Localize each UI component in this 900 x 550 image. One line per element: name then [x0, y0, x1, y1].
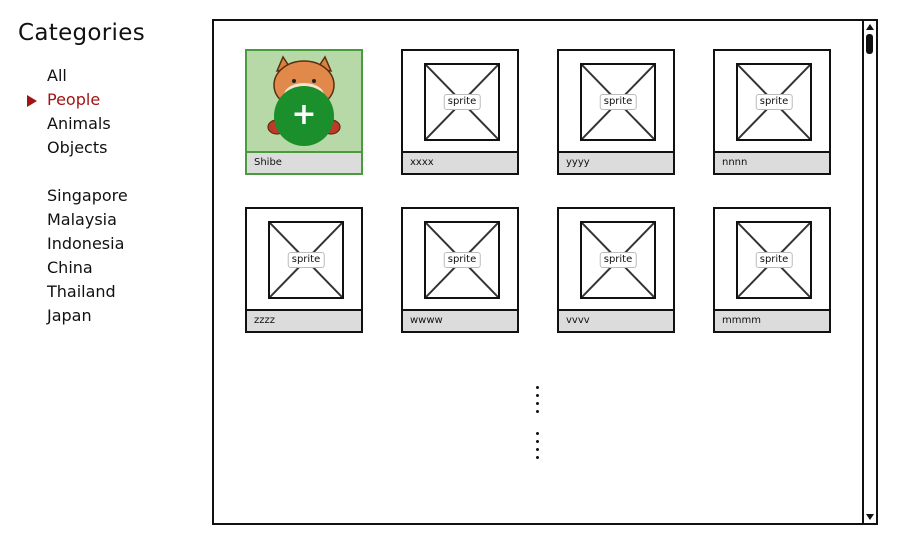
sprite-label: xxxx — [401, 151, 519, 175]
image-placeholder-icon: sprite — [580, 63, 656, 141]
category-objects[interactable]: Objects — [47, 136, 128, 160]
image-placeholder-icon: sprite — [424, 221, 500, 299]
image-placeholder-icon: sprite — [736, 221, 812, 299]
sprite-label: Shibe — [245, 151, 363, 175]
category-sidebar: Categories All People Animals Objects Si… — [0, 0, 200, 550]
image-placeholder-icon: sprite — [736, 63, 812, 141]
vertical-scrollbar[interactable] — [862, 21, 876, 523]
sprite-thumbnail: sprite — [713, 49, 831, 153]
image-placeholder-icon: sprite — [268, 221, 344, 299]
sprite-thumbnail: sprite — [557, 207, 675, 311]
sprite-thumbnail: sprite — [713, 207, 831, 311]
category-all[interactable]: All — [47, 64, 128, 88]
category-malaysia[interactable]: Malaysia — [47, 208, 128, 232]
sprite-tag: sprite — [443, 94, 481, 110]
sprite-label: mmmm — [713, 309, 831, 333]
sprite-tag: sprite — [755, 252, 793, 268]
sprite-gallery-panel: + Shibe sprite xxxx sprite yyyy sprite n… — [212, 19, 878, 525]
sprite-tag: sprite — [287, 252, 325, 268]
sprite-tag: sprite — [443, 252, 481, 268]
sprite-thumbnail: sprite — [557, 49, 675, 153]
scroll-down-arrow-icon[interactable] — [865, 512, 875, 522]
sprite-tile-yyyy[interactable]: sprite yyyy — [557, 49, 675, 179]
sprite-tile-nnnn[interactable]: sprite nnnn — [713, 49, 831, 179]
plus-icon: + — [291, 97, 317, 132]
sprite-tile-shibe[interactable]: + Shibe — [245, 49, 363, 179]
category-japan[interactable]: Japan — [47, 304, 128, 328]
scroll-thumb[interactable] — [866, 34, 873, 54]
sprite-tile-vvvv[interactable]: sprite vvvv — [557, 207, 675, 337]
sprite-tile-wwww[interactable]: sprite wwww — [401, 207, 519, 337]
sprite-tag: sprite — [599, 252, 637, 268]
selected-arrow-icon — [27, 95, 37, 107]
sprite-tag: sprite — [755, 94, 793, 110]
add-button[interactable]: + — [274, 86, 334, 146]
sprite-label: vvvv — [557, 309, 675, 333]
category-animals[interactable]: Animals — [47, 112, 128, 136]
sprite-tile-xxxx[interactable]: sprite xxxx — [401, 49, 519, 179]
sprite-tag: sprite — [599, 94, 637, 110]
sprite-label: zzzz — [245, 309, 363, 333]
sprite-thumbnail: sprite — [245, 207, 363, 311]
sprite-label: yyyy — [557, 151, 675, 175]
sprite-thumbnail: sprite — [401, 49, 519, 153]
sprite-label: nnnn — [713, 151, 831, 175]
more-items-ellipsis-icon — [536, 386, 544, 466]
image-placeholder-icon: sprite — [424, 63, 500, 141]
category-people-label: People — [47, 90, 101, 109]
category-people[interactable]: People — [27, 88, 128, 112]
sprite-thumbnail: sprite — [401, 207, 519, 311]
category-list: All People Animals Objects Singapore Mal… — [27, 64, 128, 328]
category-thailand[interactable]: Thailand — [47, 280, 128, 304]
sprite-label: wwww — [401, 309, 519, 333]
sprite-tile-zzzz[interactable]: sprite zzzz — [245, 207, 363, 337]
scroll-up-arrow-icon[interactable] — [865, 22, 875, 32]
image-placeholder-icon: sprite — [580, 221, 656, 299]
category-china[interactable]: China — [47, 256, 128, 280]
category-singapore[interactable]: Singapore — [47, 184, 128, 208]
sprite-tile-mmmm[interactable]: sprite mmmm — [713, 207, 831, 337]
sidebar-title: Categories — [18, 20, 145, 46]
category-indonesia[interactable]: Indonesia — [47, 232, 128, 256]
